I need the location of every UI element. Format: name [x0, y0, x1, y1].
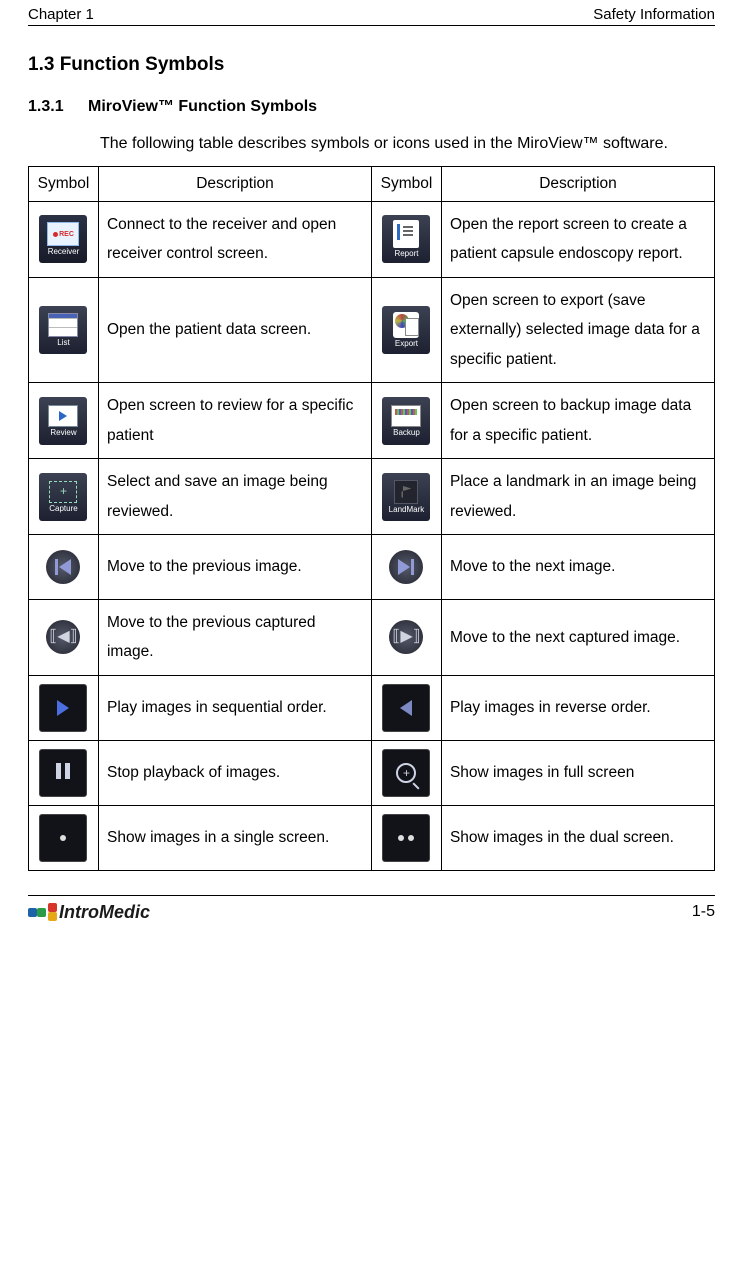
subsection-number: 1.3.1 — [28, 98, 68, 116]
table-row: Play images in sequential order. Play im… — [29, 675, 715, 740]
report-icon: Report — [382, 215, 430, 263]
prev-captured-icon: ⟦◀⟧ — [39, 613, 87, 661]
description-cell: Show images in the dual screen. — [441, 805, 714, 870]
single-screen-icon — [39, 814, 87, 862]
next-captured-icon: ⟦▶⟧ — [382, 613, 430, 661]
description-cell: Play images in reverse order. — [441, 675, 714, 740]
description-cell: Select and save an image being reviewed. — [98, 459, 371, 535]
table-row: ⟦◀⟧ Move to the previous captured image.… — [29, 599, 715, 675]
backup-icon: Backup — [382, 397, 430, 445]
description-cell: Open the report screen to create a patie… — [441, 202, 714, 278]
pause-icon — [39, 749, 87, 797]
logo: IntroMedic — [28, 902, 150, 923]
play-forward-icon — [39, 684, 87, 732]
icon-caption: Report — [394, 249, 418, 258]
dual-screen-icon — [382, 814, 430, 862]
prev-image-icon — [39, 543, 87, 591]
section-name: Function Symbols — [60, 54, 225, 75]
landmark-icon: LandMark — [382, 473, 430, 521]
table-row: List Open the patient data screen. Expor… — [29, 277, 715, 382]
description-cell: Move to the next captured image. — [441, 599, 714, 675]
description-cell: Place a landmark in an image being revie… — [441, 459, 714, 535]
description-cell: Open screen to backup image data for a s… — [441, 383, 714, 459]
fullscreen-icon: + — [382, 749, 430, 797]
col-header-symbol: Symbol — [29, 167, 99, 202]
play-reverse-icon — [382, 684, 430, 732]
next-image-icon — [382, 543, 430, 591]
description-cell: Open the patient data screen. — [98, 277, 371, 382]
table-row: Capture Select and save an image being r… — [29, 459, 715, 535]
logo-icon — [28, 908, 46, 917]
description-cell: Stop playback of images. — [98, 740, 371, 805]
icon-caption: List — [57, 338, 69, 347]
description-cell: Open screen to export (save externally) … — [441, 277, 714, 382]
description-cell: Play images in sequential order. — [98, 675, 371, 740]
icon-caption: Capture — [49, 504, 77, 513]
col-header-description: Description — [98, 167, 371, 202]
col-header-description: Description — [441, 167, 714, 202]
header-chapter: Chapter 1 — [28, 6, 94, 23]
receiver-icon: REC Receiver — [39, 215, 87, 263]
table-row: Show images in a single screen. Show ima… — [29, 805, 715, 870]
col-header-symbol: Symbol — [371, 167, 441, 202]
table-row: Move to the previous image. Move to the … — [29, 534, 715, 599]
export-icon: Export — [382, 306, 430, 354]
description-cell: Move to the next image. — [441, 534, 714, 599]
logo-icon — [48, 903, 57, 921]
icon-caption: Backup — [393, 428, 420, 437]
section-number: 1.3 — [28, 54, 54, 75]
list-icon: List — [39, 306, 87, 354]
table-row: REC Receiver Connect to the receiver and… — [29, 202, 715, 278]
intro-text: The following table describes symbols or… — [100, 132, 715, 156]
symbols-table: Symbol Description Symbol Description RE… — [28, 166, 715, 871]
subsection-heading: 1.3.1 MiroView™ Function Symbols — [28, 98, 715, 116]
page-header: Chapter 1 Safety Information — [28, 0, 715, 26]
icon-caption: LandMark — [389, 505, 425, 514]
table-row: Review Open screen to review for a speci… — [29, 383, 715, 459]
description-cell: Show images in a single screen. — [98, 805, 371, 870]
description-cell: Open screen to review for a specific pat… — [98, 383, 371, 459]
capture-icon: Capture — [39, 473, 87, 521]
description-cell: Move to the previous image. — [98, 534, 371, 599]
section-title: 1.3 Function Symbols — [28, 54, 715, 76]
page-number: 1-5 — [692, 903, 715, 921]
icon-caption: Export — [395, 339, 418, 348]
page-footer: IntroMedic 1-5 — [28, 895, 715, 923]
review-icon: Review — [39, 397, 87, 445]
description-cell: Show images in full screen — [441, 740, 714, 805]
description-cell: Connect to the receiver and open receive… — [98, 202, 371, 278]
header-section: Safety Information — [593, 6, 715, 23]
icon-caption: Review — [50, 428, 76, 437]
logo-text: IntroMedic — [59, 902, 150, 923]
table-row: Stop playback of images. + Show images i… — [29, 740, 715, 805]
subsection-title: MiroView™ Function Symbols — [88, 98, 317, 116]
icon-caption: Receiver — [48, 247, 80, 256]
description-cell: Move to the previous captured image. — [98, 599, 371, 675]
